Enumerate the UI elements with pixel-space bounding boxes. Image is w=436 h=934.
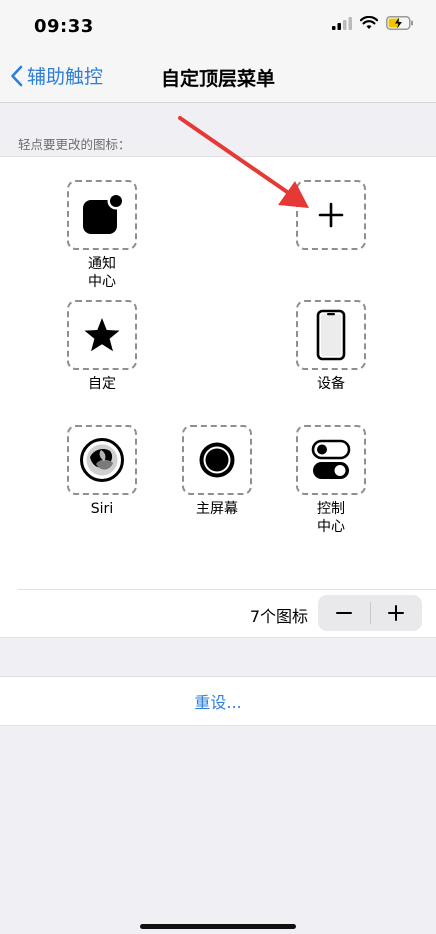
status-time: 09:33 — [34, 16, 94, 37]
back-label: 辅助触控 — [27, 66, 104, 88]
divider — [18, 589, 436, 590]
slot-label-siri: Siri — [90, 501, 114, 517]
slot-label-device: 设备 — [317, 376, 345, 392]
increase-button[interactable] — [370, 595, 422, 631]
chevron-left-icon — [11, 65, 23, 86]
icon-count-stepper[interactable] — [318, 595, 422, 631]
wifi-icon — [360, 16, 378, 29]
slot-label-custom: 自定 — [88, 376, 116, 392]
slot-siri[interactable] — [67, 425, 137, 495]
slot-add[interactable] — [296, 180, 366, 250]
slot-notification-center[interactable] — [67, 180, 137, 250]
navigation-bar: 辅助触控 自定顶层菜单 — [0, 52, 436, 103]
notification-center-icon — [83, 192, 125, 234]
slot-label-notification-center: 通知 中心 — [88, 256, 116, 290]
decrease-button[interactable] — [318, 595, 370, 631]
slot-label-home: 主屏幕 — [196, 501, 238, 517]
iphone-icon — [316, 309, 346, 361]
status-icons — [332, 16, 414, 30]
reset-button[interactable]: 重设... — [0, 676, 436, 726]
control-center-icon — [311, 439, 351, 479]
slot-control-center[interactable] — [296, 425, 366, 495]
slot-home[interactable] — [182, 425, 252, 495]
home-button-icon — [199, 442, 235, 478]
siri-icon — [80, 438, 124, 482]
back-button[interactable]: 辅助触控 — [10, 62, 103, 89]
icon-grid-panel: 通知 中心 自定 设备 Siri 主屏幕 控制 中心 7个图标 — [0, 156, 436, 638]
minus-icon — [335, 612, 352, 614]
icon-count-text: 7个图标 — [249, 607, 308, 626]
home-indicator — [140, 924, 296, 929]
plus-small-icon — [388, 605, 405, 621]
star-icon — [84, 318, 120, 352]
section-hint: 轻点要更改的图标： — [18, 137, 131, 152]
cellular-signal-icon — [332, 17, 352, 30]
plus-icon — [318, 202, 344, 228]
slot-device[interactable] — [296, 300, 366, 370]
slot-label-control-center: 控制 中心 — [317, 501, 345, 535]
battery-charging-icon — [386, 16, 413, 30]
slot-custom[interactable] — [67, 300, 137, 370]
reset-label: 重设... — [194, 693, 242, 712]
status-bar: 09:33 — [0, 0, 436, 52]
